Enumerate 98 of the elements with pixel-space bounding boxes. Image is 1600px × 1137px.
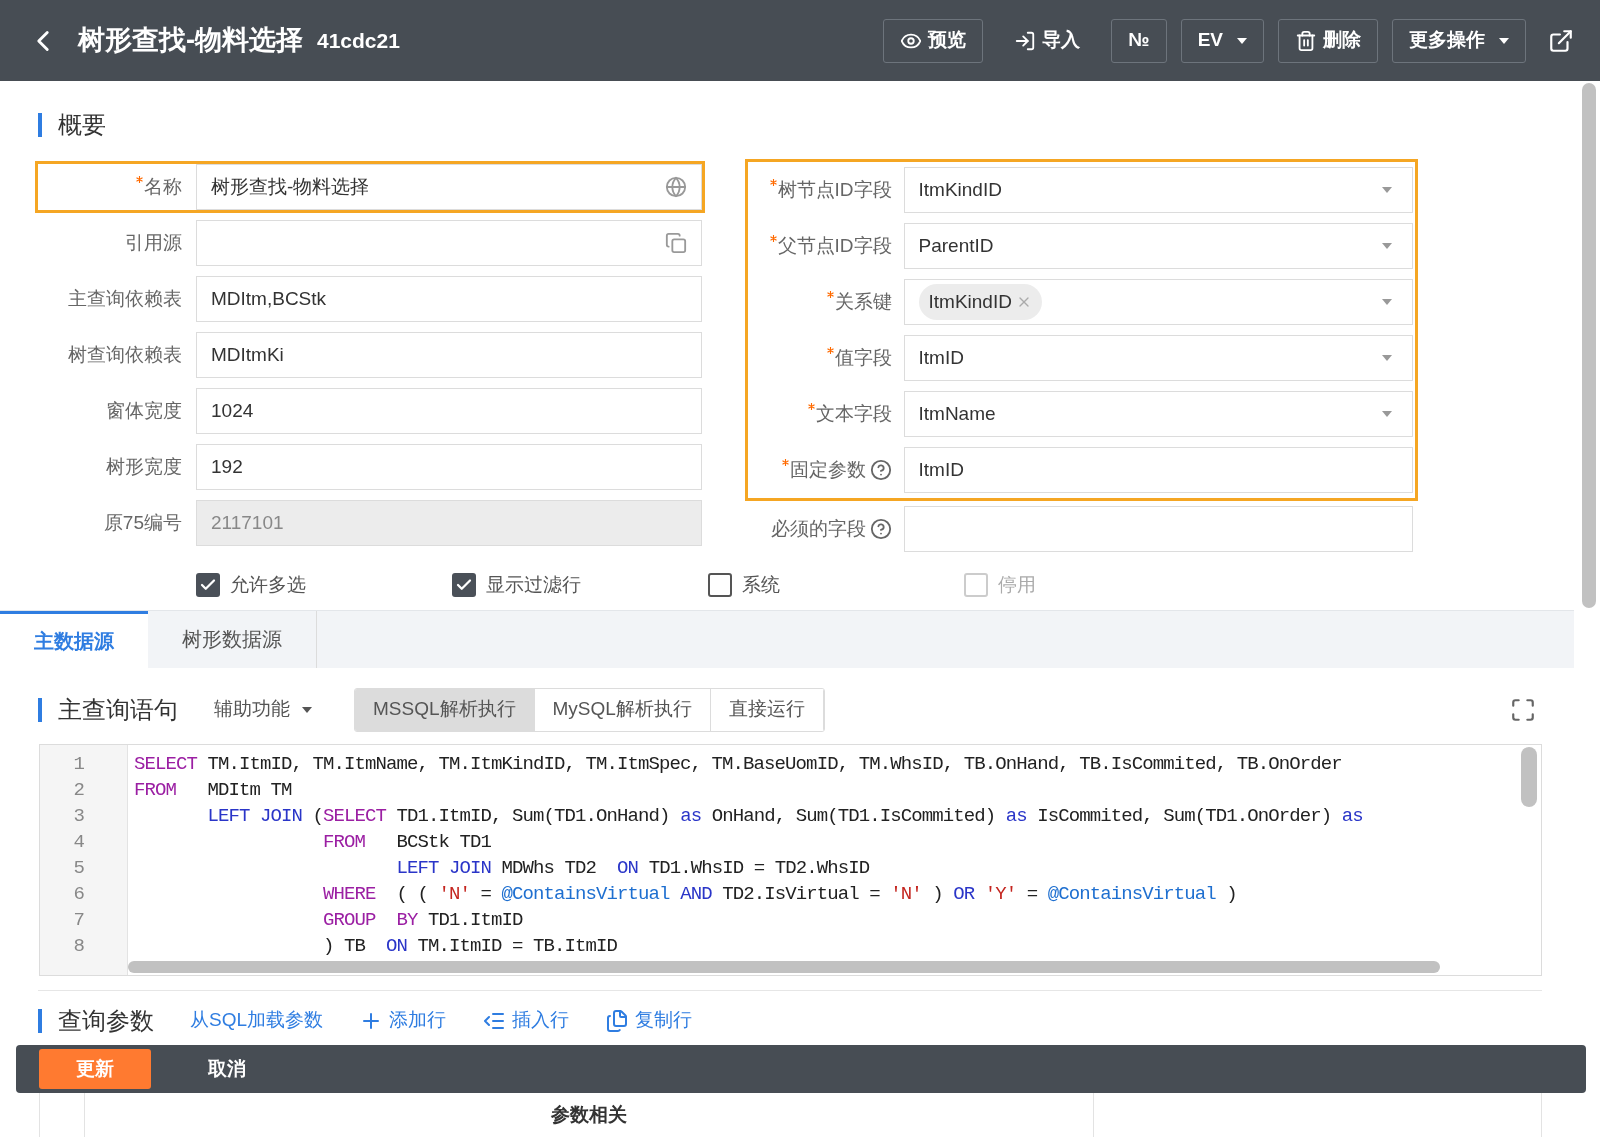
field-label: 引用源 xyxy=(124,230,183,255)
code-line: FROM MDItm TM xyxy=(134,777,292,803)
section-title: 概要 xyxy=(58,110,106,140)
code-line: SELECT TM.ItmID, TM.ItmName, TM.ItmKindID, TM.ItmSpec, TM.BaseUomID, TM.WhsID, TB.OnHand, TB.IsCommited, TB.OnOrder xyxy=(134,751,1342,777)
checkbox-label: 显示过滤行 xyxy=(486,573,581,597)
field-label: 树节点ID字段 xyxy=(769,175,892,205)
tab[interactable]: 主数据源 xyxy=(0,610,148,668)
caret-icon xyxy=(302,706,312,713)
required-icon xyxy=(807,402,815,410)
caret-icon xyxy=(1382,243,1392,249)
text-field[interactable]: ItmID xyxy=(903,447,1413,493)
select-field[interactable]: ParentID xyxy=(903,223,1413,269)
fullscreen-icon[interactable] xyxy=(1510,696,1536,723)
line-number: 4 xyxy=(72,829,86,855)
caret-icon xyxy=(1499,37,1509,44)
toolbar-button[interactable]: EV xyxy=(1180,18,1264,63)
action-link[interactable]: 添加行 xyxy=(359,1006,447,1035)
required-icon xyxy=(136,175,143,183)
page-title: 树形查找-物料选择 xyxy=(78,24,303,58)
field-label: 关系键 xyxy=(826,287,892,317)
tag-chip: ItmKindID xyxy=(918,284,1042,320)
toolbar-button[interactable]: 删除 xyxy=(1278,18,1378,63)
caret-icon xyxy=(1382,355,1392,361)
field-label: 必须的字段 xyxy=(770,516,866,541)
text-field[interactable]: MDItm,BCStk xyxy=(196,276,702,322)
code-editor[interactable] xyxy=(39,743,1542,976)
scrollbar[interactable] xyxy=(1582,83,1596,608)
code-line: WHERE ( ( 'N' = @ContainsVirtual AND TD2.IsVirtual = 'N' ) OR 'Y' = @ContainsVirtual ) xyxy=(322,881,1237,907)
required-icon xyxy=(781,458,789,466)
line-number: 7 xyxy=(72,907,86,933)
record-code: 41cdc21 xyxy=(317,27,400,54)
line-number: 3 xyxy=(72,803,86,829)
action-link[interactable]: 从SQL加载参数 xyxy=(190,1006,324,1035)
field-label: 文本字段 xyxy=(807,399,892,429)
field-label: 树形宽度 xyxy=(105,454,183,479)
checkbox[interactable] xyxy=(452,573,476,598)
table-header: 参数相关 xyxy=(551,1103,627,1127)
required-icon xyxy=(769,178,777,186)
text-field[interactable]: 树形查找-物料选择 xyxy=(196,164,702,210)
line-number: 2 xyxy=(72,777,86,803)
toolbar-button[interactable]: № xyxy=(1111,18,1167,63)
copy-icon xyxy=(605,1008,630,1033)
field-label: 主查询依赖表 xyxy=(67,286,183,311)
toolbar-button[interactable]: 更多操作 xyxy=(1392,18,1526,63)
text-field[interactable]: 1024 xyxy=(196,388,702,434)
text-field[interactable] xyxy=(903,506,1413,552)
action-link[interactable]: 插入行 xyxy=(482,1006,570,1035)
code-line: ) TB ON TM.ItmID = TB.ItmID xyxy=(322,933,618,959)
caret-icon xyxy=(1382,299,1392,305)
caret-icon xyxy=(1382,411,1392,417)
line-number: 6 xyxy=(72,881,86,907)
field-label: 固定参数 xyxy=(781,455,866,485)
select-field[interactable]: ItmKindID xyxy=(903,279,1413,325)
checkbox-label: 系统 xyxy=(742,573,780,597)
cancel-button[interactable]: 取消 xyxy=(171,1049,283,1089)
checkbox[interactable] xyxy=(196,573,220,598)
section-title: 查询参数 xyxy=(58,1005,154,1036)
select-field[interactable]: ItmName xyxy=(903,391,1413,437)
select-field[interactable]: ItmKindID xyxy=(903,167,1413,213)
assist-dropdown[interactable]: 辅助功能 xyxy=(214,695,312,724)
action-link[interactable]: 复制行 xyxy=(605,1006,693,1035)
line-number: 1 xyxy=(72,751,86,777)
code-line: FROM BCStk TD1 xyxy=(322,829,492,855)
tab[interactable]: 树形数据源 xyxy=(148,610,317,668)
scrollbar[interactable] xyxy=(1521,746,1537,807)
caret-icon xyxy=(1237,37,1247,44)
checkbox-label: 允许多选 xyxy=(230,573,306,597)
line-number: 5 xyxy=(72,855,86,881)
field-label: 父节点ID字段 xyxy=(769,231,892,261)
required-icon xyxy=(769,234,777,242)
text-field[interactable]: MDItmKi xyxy=(196,332,702,378)
mode-button[interactable]: MSSQL解析执行 xyxy=(355,688,535,731)
checkbox[interactable] xyxy=(708,573,732,598)
select-field[interactable]: ItmID xyxy=(903,335,1413,381)
section-title: 主查询语句 xyxy=(58,694,178,725)
field-label: 值字段 xyxy=(826,343,892,373)
line-number: 8 xyxy=(72,933,86,959)
import-icon xyxy=(1014,29,1037,52)
trash-icon xyxy=(1295,29,1317,52)
field-label: 原75编号 xyxy=(102,510,183,535)
field-label: 名称 xyxy=(38,172,196,202)
code-line: LEFT JOIN (SELECT TD1.ItmID, Sum(TD1.OnHand) as OnHand, Sum(TD1.IsCommited) as IsCommited, Sum(TD1.OnOrder) as xyxy=(206,803,1363,829)
caret-icon xyxy=(1382,187,1392,193)
required-icon xyxy=(826,346,834,354)
field-label: 窗体宽度 xyxy=(105,398,183,423)
scrollbar[interactable] xyxy=(128,960,1440,973)
code-line: LEFT JOIN MDWhs TD2 ON TD1.WhsID = TD2.WhsID xyxy=(395,855,870,881)
code-line: GROUP BY TD1.ItmID xyxy=(322,907,523,933)
text-field[interactable]: 192 xyxy=(196,444,702,490)
checkbox-label: 停用 xyxy=(998,573,1036,597)
field-label: 树查询依赖表 xyxy=(67,342,183,367)
toolbar-button[interactable]: 预览 xyxy=(883,18,984,63)
share-icon[interactable] xyxy=(1548,27,1574,54)
globe-icon xyxy=(664,176,687,198)
copy-icon xyxy=(664,232,687,254)
toolbar-button[interactable]: 导入 xyxy=(997,18,1098,63)
text-field[interactable] xyxy=(196,220,702,266)
required-icon xyxy=(826,290,834,298)
